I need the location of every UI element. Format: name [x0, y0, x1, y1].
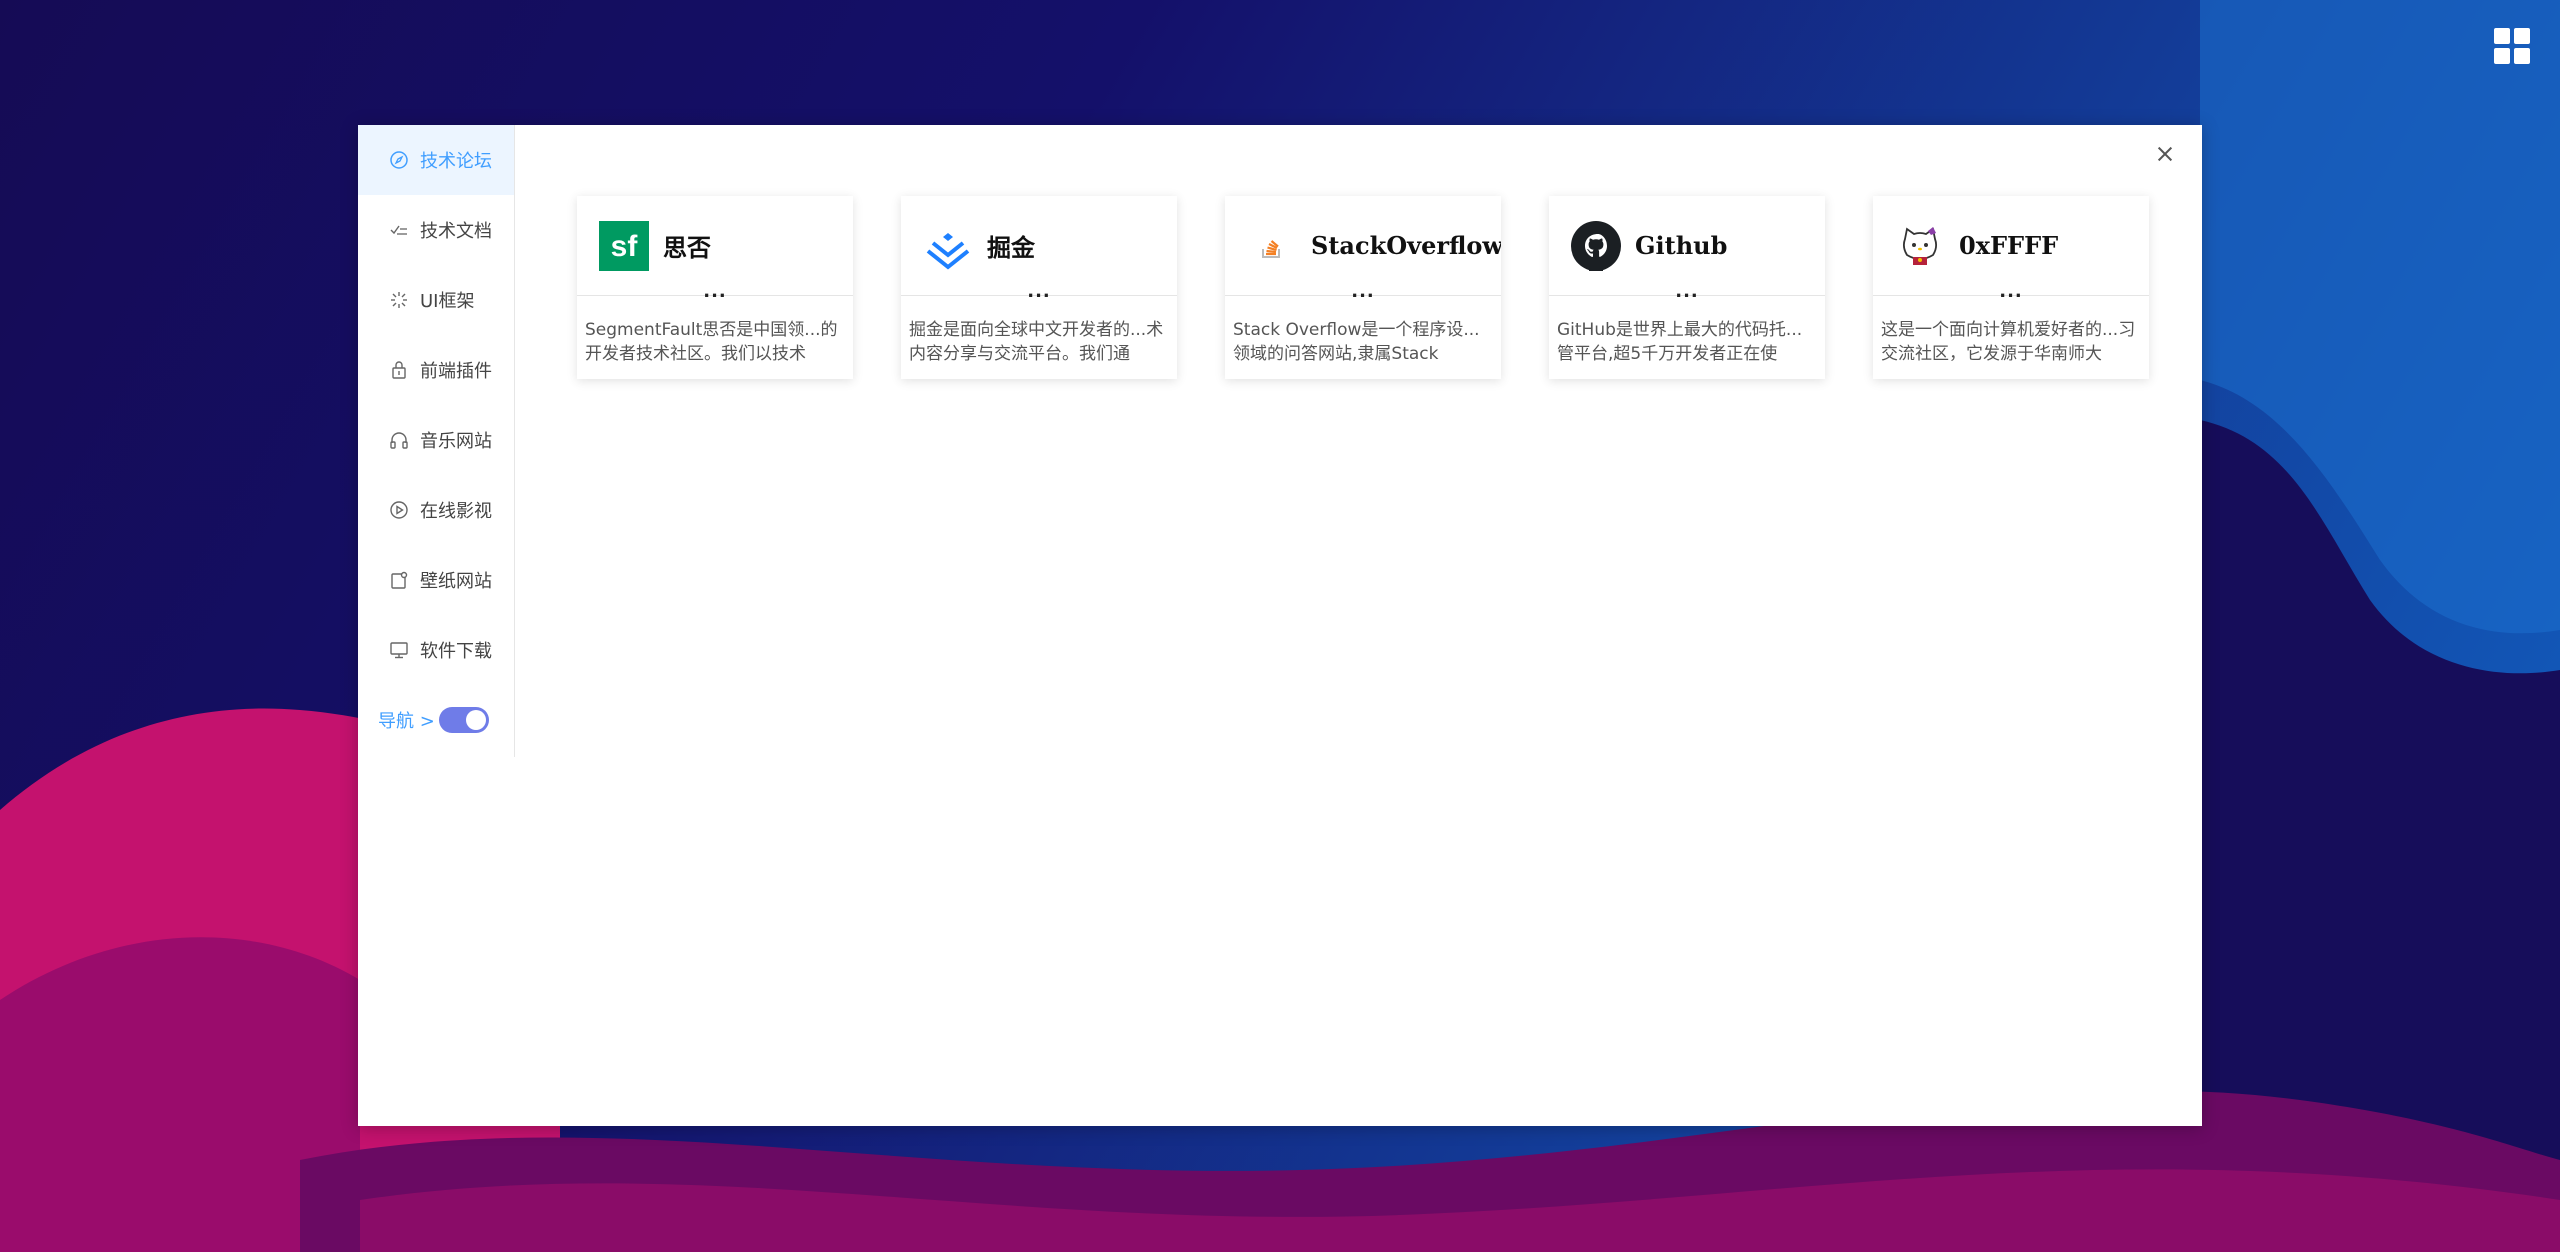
- sidebar-item-label: 音乐网站: [420, 431, 492, 452]
- site-card-0xffff[interactable]: 0xFFFF ... 这是一个面向计算机爱好者的...习交流社区，它发源于华南师…: [1873, 196, 2149, 379]
- sidebar-item-software-download[interactable]: 软件下载: [358, 615, 514, 685]
- card-description: GitHub是世界上最大的代码托...管平台,超5千万开发者正在使: [1557, 320, 1803, 364]
- card-title: 掘金: [987, 233, 1035, 262]
- site-card-juejin[interactable]: 掘金 ... 掘金是面向全球中文开发者的...术内容分享与交流平台。我们通: [901, 196, 1177, 379]
- site-card-stackoverflow[interactable]: StackOverflow ... Stack Overflow是一个程序设..…: [1225, 196, 1501, 379]
- sidebar-item-online-video[interactable]: 在线影视: [358, 475, 514, 545]
- site-card-github[interactable]: Github ... GitHub是世界上最大的代码托...管平台,超5千万开发…: [1549, 196, 1825, 379]
- apps-grid-button[interactable]: [2494, 28, 2530, 64]
- card-description: 掘金是面向全球中文开发者的...术内容分享与交流平台。我们通: [909, 320, 1164, 364]
- site-card-segmentfault[interactable]: sf 思否 ... SegmentFault思否是中国领...的开发者技术社区。…: [577, 196, 853, 379]
- headphones-icon: [388, 429, 410, 451]
- compass-icon: [388, 149, 410, 171]
- loading-icon: [388, 289, 410, 311]
- doc-check-icon: [388, 219, 410, 241]
- svg-text:sf: sf: [611, 230, 639, 263]
- sidebar-item-label: 壁纸网站: [420, 571, 492, 592]
- sidebar-item-label: 技术论坛: [420, 151, 492, 172]
- navigation-dialog: 技术论坛 技术文档 UI框架 前端插件 音乐网站 在线影视 壁纸网站 软件下载 …: [358, 125, 2202, 1126]
- card-dots: ...: [703, 281, 727, 302]
- card-title: StackOverflow: [1311, 231, 1501, 260]
- sidebar-item-tech-forum[interactable]: 技术论坛: [358, 125, 514, 195]
- card-description: Stack Overflow是一个程序设...领域的问答网站,隶属Stack: [1233, 320, 1480, 364]
- sidebar-item-music[interactable]: 音乐网站: [358, 405, 514, 475]
- play-circle-icon: [388, 499, 410, 521]
- card-title: Github: [1635, 231, 1728, 260]
- grid-icon: [2494, 28, 2510, 44]
- sidebar-item-label: UI框架: [420, 291, 475, 312]
- sidebar-item-ui-framework[interactable]: UI框架: [358, 265, 514, 335]
- card-dots: ...: [1999, 281, 2023, 302]
- sidebar-item-label: 在线影视: [420, 501, 492, 522]
- plugin-icon: [388, 359, 410, 381]
- close-icon[interactable]: [2150, 139, 2180, 169]
- juejin-logo: [923, 221, 973, 271]
- card-description: SegmentFault思否是中国领...的开发者技术社区。我们以技术: [585, 320, 838, 364]
- wallpaper-icon: [388, 569, 410, 591]
- nav-toggle-switch[interactable]: [438, 707, 489, 733]
- 0xffff-logo: [1895, 221, 1945, 271]
- card-title: 0xFFFF: [1959, 231, 2059, 260]
- card-dots: ...: [1027, 281, 1051, 302]
- card-dots: ...: [1675, 281, 1699, 302]
- nav-label: 导航 >: [378, 711, 435, 732]
- github-logo: [1571, 220, 1621, 271]
- card-description: 这是一个面向计算机爱好者的...习交流社区，它发源于华南师大: [1881, 320, 2136, 364]
- site-cards: sf 思否 ... SegmentFault思否是中国领...的开发者技术社区。…: [577, 196, 2149, 379]
- nav-toggle-row: 导航 >: [358, 685, 514, 755]
- sidebar-item-frontend-plugins[interactable]: 前端插件: [358, 335, 514, 405]
- sidebar-item-wallpapers[interactable]: 壁纸网站: [358, 545, 514, 615]
- sidebar-item-label: 技术文档: [420, 221, 492, 242]
- monitor-icon: [388, 639, 410, 661]
- card-title: 思否: [663, 233, 711, 262]
- card-dots: ...: [1351, 281, 1375, 302]
- category-sidebar: 技术论坛 技术文档 UI框架 前端插件 音乐网站 在线影视 壁纸网站 软件下载 …: [358, 125, 515, 757]
- sidebar-item-label: 前端插件: [420, 361, 492, 382]
- sidebar-item-label: 软件下载: [420, 641, 492, 662]
- stackoverflow-logo: [1247, 221, 1297, 271]
- sidebar-item-tech-docs[interactable]: 技术文档: [358, 195, 514, 265]
- segmentfault-logo: sf: [599, 220, 649, 271]
